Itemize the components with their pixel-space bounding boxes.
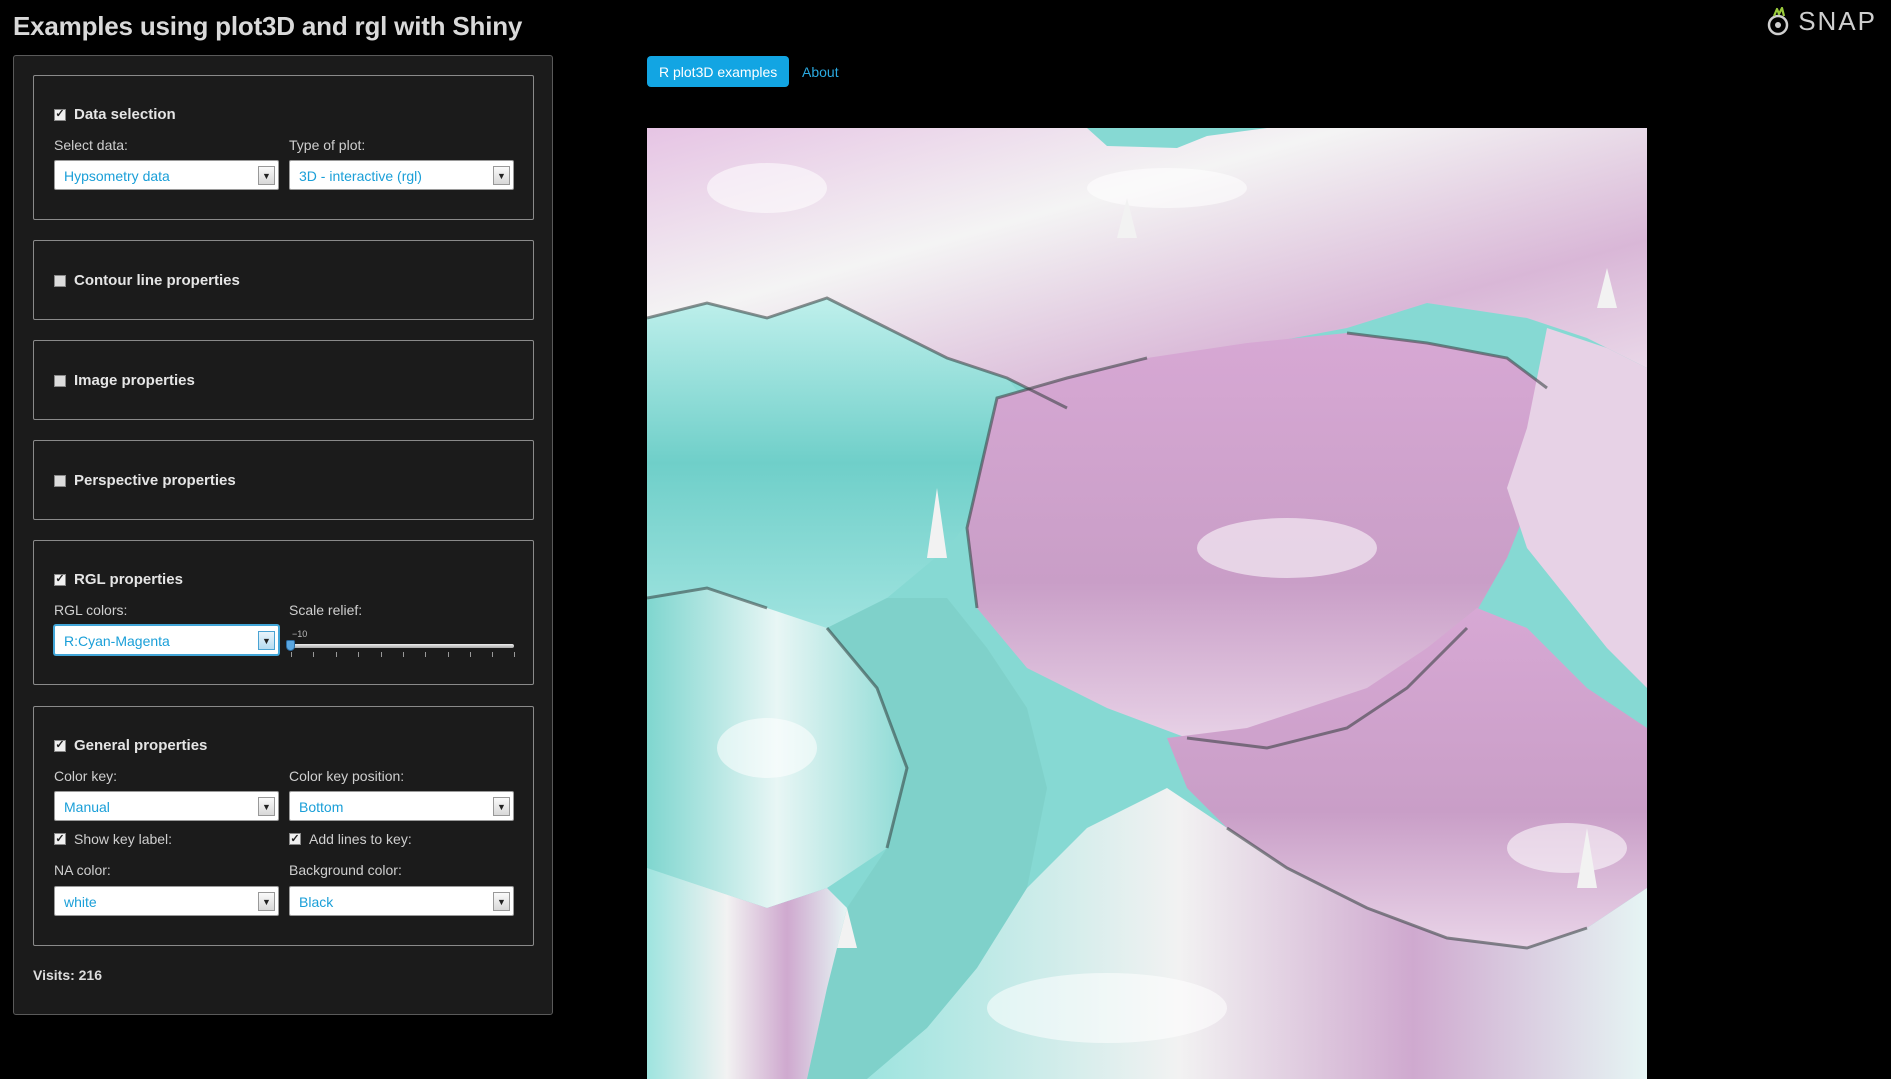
panel-contour: Contour line properties [33, 240, 534, 320]
select-data-value: Hypsometry data [64, 168, 170, 184]
contour-toggle[interactable]: Contour line properties [54, 272, 240, 289]
scale-relief-label: Scale relief: [289, 602, 363, 618]
image-checkbox[interactable] [54, 374, 66, 387]
chevron-down-icon: ▼ [493, 892, 510, 911]
color-key-value: Manual [64, 799, 110, 815]
data-selection-checkbox[interactable]: ✓ [54, 108, 66, 121]
scale-relief-slider-handle[interactable] [286, 640, 295, 651]
bg-color-value: Black [299, 894, 334, 910]
chevron-down-icon: ▼ [258, 797, 275, 816]
perspective-toggle[interactable]: Perspective properties [54, 472, 236, 489]
rgl-heading: RGL properties [74, 571, 183, 588]
chevron-down-icon: ▼ [258, 166, 275, 185]
data-selection-heading: Data selection [74, 106, 176, 123]
panel-image: Image properties [33, 340, 534, 420]
show-key-label-toggle[interactable]: ✓ Show key label: [54, 831, 172, 847]
general-heading: General properties [74, 737, 208, 754]
color-key-dropdown[interactable]: Manual ▼ [54, 791, 279, 821]
general-checkbox[interactable]: ✓ [54, 739, 66, 752]
perspective-heading: Perspective properties [74, 472, 236, 489]
panel-rgl: ✓ RGL properties RGL colors: R:Cyan-Mage… [33, 540, 534, 685]
perspective-checkbox[interactable] [54, 474, 66, 487]
chevron-down-icon: ▼ [493, 166, 510, 185]
add-lines-toggle[interactable]: ✓ Add lines to key: [289, 831, 412, 847]
tab-plot3d-examples[interactable]: R plot3D examples [647, 56, 790, 87]
rgl-checkbox[interactable]: ✓ [54, 573, 66, 586]
plot-type-label: Type of plot: [289, 137, 366, 153]
contour-checkbox[interactable] [54, 274, 66, 287]
contour-heading: Contour line properties [74, 272, 240, 289]
image-toggle[interactable]: Image properties [54, 372, 195, 389]
na-color-label: NA color: [54, 862, 111, 878]
select-data-dropdown[interactable]: Hypsometry data ▼ [54, 160, 279, 190]
chevron-down-icon: ▼ [258, 892, 275, 911]
chevron-down-icon: ▼ [258, 631, 275, 650]
show-key-label-checkbox[interactable]: ✓ [54, 833, 66, 845]
rgl-3d-plot[interactable] [647, 128, 1647, 1079]
rgl-colors-label: RGL colors: [54, 602, 128, 618]
rgl-colors-dropdown[interactable]: R:Cyan-Magenta ▼ [54, 625, 279, 655]
plot-type-value: 3D - interactive (rgl) [299, 168, 422, 184]
rgl-colors-value: R:Cyan-Magenta [64, 633, 170, 649]
add-lines-checkbox[interactable]: ✓ [289, 833, 301, 845]
na-color-value: white [64, 894, 97, 910]
sidebar: ✓ Data selection Select data: Hypsometry… [13, 55, 553, 1015]
panel-general: ✓ General properties Color key: Manual ▼… [33, 706, 534, 946]
general-toggle[interactable]: ✓ General properties [54, 737, 207, 754]
data-selection-toggle[interactable]: ✓ Data selection [54, 106, 176, 123]
panel-data-selection: ✓ Data selection Select data: Hypsometry… [33, 75, 534, 220]
app-title: Examples using plot3D and rgl with Shiny [13, 11, 523, 41]
image-heading: Image properties [74, 372, 195, 389]
select-data-label: Select data: [54, 137, 128, 153]
chevron-down-icon: ▼ [493, 797, 510, 816]
scale-relief-min-label: −10 [292, 629, 308, 639]
bg-color-label: Background color: [289, 862, 402, 878]
bg-color-dropdown[interactable]: Black ▼ [289, 886, 514, 916]
panel-perspective: Perspective properties [33, 440, 534, 520]
snap-logo-icon [1767, 6, 1789, 35]
tab-about[interactable]: About [790, 56, 851, 87]
na-color-dropdown[interactable]: white ▼ [54, 886, 279, 916]
scale-relief-slider-track[interactable] [290, 644, 514, 648]
key-position-label: Color key position: [289, 768, 405, 784]
key-position-value: Bottom [299, 799, 344, 815]
rgl-toggle[interactable]: ✓ RGL properties [54, 571, 183, 588]
add-lines-text: Add lines to key: [309, 831, 412, 847]
plot-type-dropdown[interactable]: 3D - interactive (rgl) ▼ [289, 160, 514, 190]
visits-counter: Visits: 216 [33, 967, 103, 983]
show-key-label-text: Show key label: [74, 831, 173, 847]
snap-logo-text: SNAP [1798, 6, 1877, 36]
snap-logo: SNAP [1766, 6, 1877, 37]
key-position-dropdown[interactable]: Bottom ▼ [289, 791, 514, 821]
color-key-label: Color key: [54, 768, 118, 784]
relief-surface[interactable] [647, 128, 1647, 1079]
